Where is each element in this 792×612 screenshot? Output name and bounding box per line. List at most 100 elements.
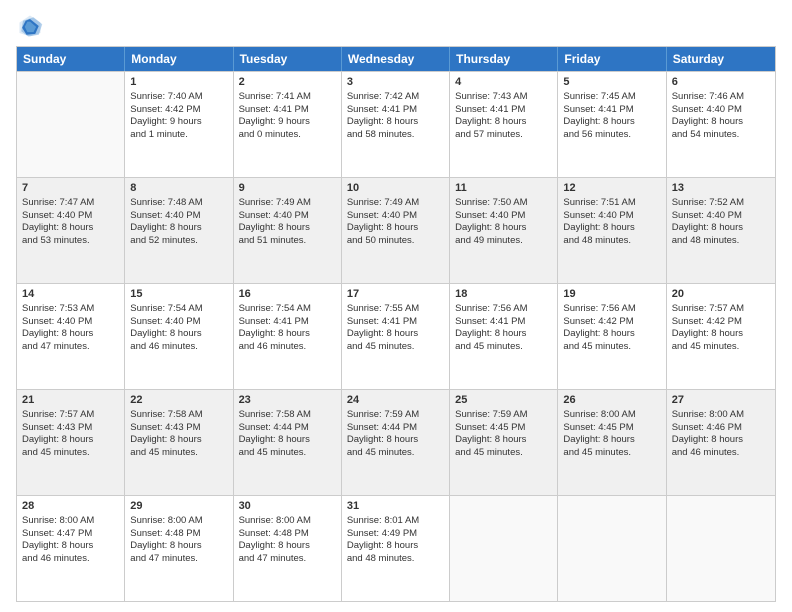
header-day-tuesday: Tuesday	[234, 47, 342, 71]
calendar-cell-2-0: 14Sunrise: 7:53 AMSunset: 4:40 PMDayligh…	[17, 284, 125, 389]
day-number: 8	[130, 181, 227, 196]
day-number: 29	[130, 499, 227, 514]
cell-info-line: Sunset: 4:47 PM	[22, 528, 119, 541]
day-number: 3	[347, 75, 444, 90]
day-number: 22	[130, 393, 227, 408]
cell-info-line: Sunset: 4:41 PM	[239, 104, 336, 117]
cell-info-line: Sunrise: 7:55 AM	[347, 303, 444, 316]
cell-info-line: Sunrise: 7:56 AM	[563, 303, 660, 316]
cell-info-line: Sunrise: 7:57 AM	[22, 409, 119, 422]
calendar-cell-2-5: 19Sunrise: 7:56 AMSunset: 4:42 PMDayligh…	[558, 284, 666, 389]
cell-info-line: Daylight: 8 hours	[347, 116, 444, 129]
cell-info-line: Daylight: 8 hours	[563, 434, 660, 447]
calendar-cell-3-6: 27Sunrise: 8:00 AMSunset: 4:46 PMDayligh…	[667, 390, 775, 495]
cell-info-line: and 45 minutes.	[347, 447, 444, 460]
cell-info-line: and 56 minutes.	[563, 129, 660, 142]
day-number: 4	[455, 75, 552, 90]
cell-info-line: Sunrise: 7:49 AM	[239, 197, 336, 210]
cell-info-line: Daylight: 8 hours	[22, 222, 119, 235]
cell-info-line: Daylight: 8 hours	[22, 328, 119, 341]
day-number: 12	[563, 181, 660, 196]
cell-info-line: Sunset: 4:44 PM	[239, 422, 336, 435]
cell-info-line: Daylight: 9 hours	[130, 116, 227, 129]
cell-info-line: Sunset: 4:48 PM	[239, 528, 336, 541]
cell-info-line: Sunrise: 7:52 AM	[672, 197, 770, 210]
calendar-cell-2-3: 17Sunrise: 7:55 AMSunset: 4:41 PMDayligh…	[342, 284, 450, 389]
cell-info-line: and 45 minutes.	[347, 341, 444, 354]
cell-info-line: Sunset: 4:41 PM	[563, 104, 660, 117]
cell-info-line: and 45 minutes.	[130, 447, 227, 460]
cell-info-line: Daylight: 8 hours	[563, 328, 660, 341]
cell-info-line: and 45 minutes.	[563, 341, 660, 354]
calendar-cell-1-3: 10Sunrise: 7:49 AMSunset: 4:40 PMDayligh…	[342, 178, 450, 283]
calendar-cell-3-0: 21Sunrise: 7:57 AMSunset: 4:43 PMDayligh…	[17, 390, 125, 495]
cell-info-line: Sunset: 4:41 PM	[239, 316, 336, 329]
calendar-cell-0-3: 3Sunrise: 7:42 AMSunset: 4:41 PMDaylight…	[342, 72, 450, 177]
cell-info-line: Sunrise: 7:47 AM	[22, 197, 119, 210]
day-number: 11	[455, 181, 552, 196]
cell-info-line: Sunrise: 7:59 AM	[347, 409, 444, 422]
cell-info-line: Sunrise: 8:00 AM	[130, 515, 227, 528]
cell-info-line: and 47 minutes.	[22, 341, 119, 354]
cell-info-line: Sunset: 4:45 PM	[455, 422, 552, 435]
cell-info-line: Daylight: 8 hours	[130, 222, 227, 235]
cell-info-line: Sunset: 4:41 PM	[347, 316, 444, 329]
cell-info-line: Sunrise: 7:59 AM	[455, 409, 552, 422]
cell-info-line: and 45 minutes.	[563, 447, 660, 460]
header-day-friday: Friday	[558, 47, 666, 71]
cell-info-line: Sunrise: 8:01 AM	[347, 515, 444, 528]
cell-info-line: Sunset: 4:40 PM	[22, 316, 119, 329]
cell-info-line: Daylight: 8 hours	[239, 222, 336, 235]
page-container: SundayMondayTuesdayWednesdayThursdayFrid…	[0, 0, 792, 612]
day-number: 19	[563, 287, 660, 302]
cell-info-line: Daylight: 8 hours	[22, 540, 119, 553]
calendar-cell-2-4: 18Sunrise: 7:56 AMSunset: 4:41 PMDayligh…	[450, 284, 558, 389]
day-number: 14	[22, 287, 119, 302]
cell-info-line: Daylight: 8 hours	[563, 116, 660, 129]
cell-info-line: Daylight: 8 hours	[239, 328, 336, 341]
cell-info-line: Sunrise: 8:00 AM	[239, 515, 336, 528]
day-number: 18	[455, 287, 552, 302]
cell-info-line: Daylight: 8 hours	[130, 434, 227, 447]
cell-info-line: and 51 minutes.	[239, 235, 336, 248]
cell-info-line: and 47 minutes.	[239, 553, 336, 566]
cell-info-line: and 48 minutes.	[672, 235, 770, 248]
cell-info-line: Daylight: 8 hours	[347, 540, 444, 553]
day-number: 25	[455, 393, 552, 408]
day-number: 30	[239, 499, 336, 514]
cell-info-line: Sunset: 4:40 PM	[455, 210, 552, 223]
cell-info-line: Sunrise: 7:42 AM	[347, 91, 444, 104]
calendar-cell-1-5: 12Sunrise: 7:51 AMSunset: 4:40 PMDayligh…	[558, 178, 666, 283]
cell-info-line: Sunset: 4:44 PM	[347, 422, 444, 435]
cell-info-line: Sunset: 4:41 PM	[347, 104, 444, 117]
cell-info-line: Sunset: 4:40 PM	[239, 210, 336, 223]
cell-info-line: and 46 minutes.	[672, 447, 770, 460]
cell-info-line: Sunrise: 7:48 AM	[130, 197, 227, 210]
day-number: 15	[130, 287, 227, 302]
day-number: 1	[130, 75, 227, 90]
header-day-wednesday: Wednesday	[342, 47, 450, 71]
calendar-cell-2-6: 20Sunrise: 7:57 AMSunset: 4:42 PMDayligh…	[667, 284, 775, 389]
cell-info-line: Sunrise: 8:00 AM	[672, 409, 770, 422]
calendar-row-1: 7Sunrise: 7:47 AMSunset: 4:40 PMDaylight…	[17, 177, 775, 283]
cell-info-line: Sunrise: 7:54 AM	[239, 303, 336, 316]
cell-info-line: Sunrise: 7:54 AM	[130, 303, 227, 316]
cell-info-line: Sunrise: 7:53 AM	[22, 303, 119, 316]
cell-info-line: Daylight: 8 hours	[22, 434, 119, 447]
day-number: 28	[22, 499, 119, 514]
cell-info-line: Sunrise: 7:56 AM	[455, 303, 552, 316]
cell-info-line: Daylight: 8 hours	[347, 222, 444, 235]
cell-info-line: Daylight: 8 hours	[672, 116, 770, 129]
day-number: 27	[672, 393, 770, 408]
cell-info-line: and 47 minutes.	[130, 553, 227, 566]
calendar-header: SundayMondayTuesdayWednesdayThursdayFrid…	[17, 47, 775, 71]
header-day-thursday: Thursday	[450, 47, 558, 71]
cell-info-line: Sunset: 4:49 PM	[347, 528, 444, 541]
cell-info-line: Sunset: 4:40 PM	[130, 210, 227, 223]
page-header	[16, 12, 776, 40]
header-day-monday: Monday	[125, 47, 233, 71]
cell-info-line: Daylight: 8 hours	[130, 328, 227, 341]
header-day-saturday: Saturday	[667, 47, 775, 71]
cell-info-line: Daylight: 8 hours	[672, 434, 770, 447]
cell-info-line: and 54 minutes.	[672, 129, 770, 142]
